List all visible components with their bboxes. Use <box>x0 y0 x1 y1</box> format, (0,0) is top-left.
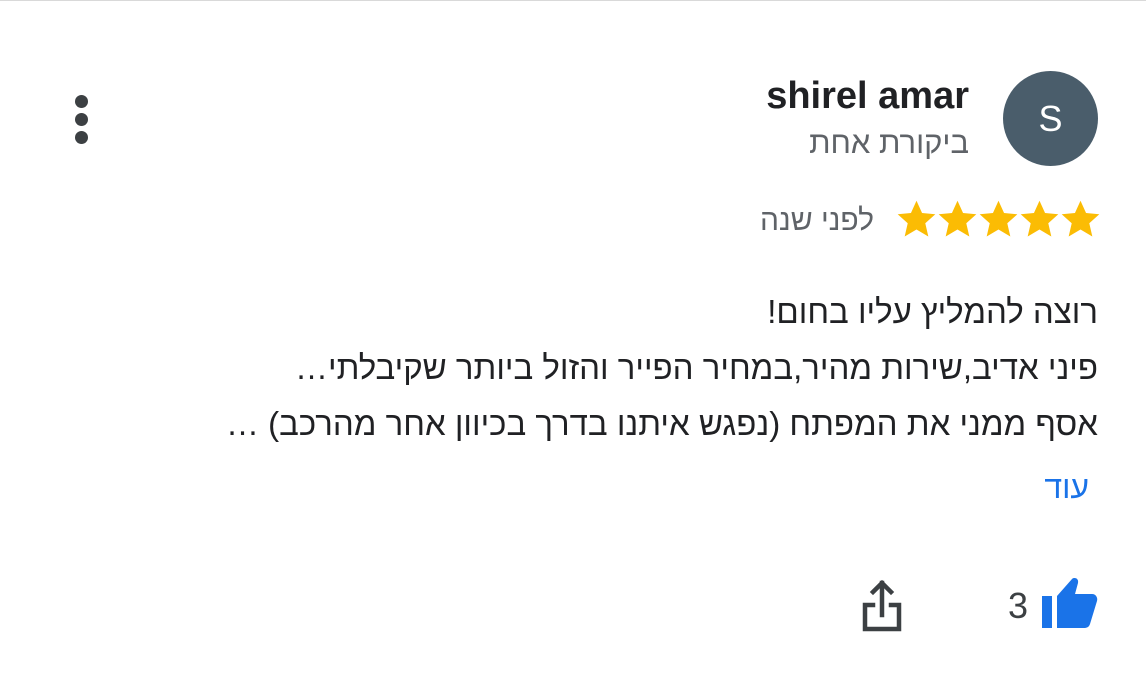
top-divider <box>0 0 1146 1</box>
review-line: פיני אדיב,שירות מהיר,במחיר הפייר והזול ב… <box>295 349 1098 386</box>
read-more-link[interactable]: עוד <box>1044 464 1089 510</box>
reviewer-name[interactable]: shirel amar <box>766 72 969 120</box>
review-date: לפני שנה <box>760 204 874 237</box>
star-icon <box>938 200 977 237</box>
review-text: רוצה להמליץ עליו בחום! פיני אדיב,שירות מ… <box>88 284 1098 452</box>
avatar[interactable]: S <box>1003 71 1098 166</box>
review-line: אסף ממני את המפתח (נפגש איתנו בדרך בכיוו… <box>226 405 1098 442</box>
share-button[interactable] <box>855 573 909 637</box>
like-button[interactable] <box>1040 574 1100 630</box>
more-options-button[interactable] <box>60 90 104 148</box>
thumbs-up-icon <box>1042 578 1098 628</box>
share-icon <box>862 579 902 632</box>
like-count: 3 <box>1007 585 1028 626</box>
star-icon <box>979 200 1018 237</box>
star-icon <box>1020 200 1059 237</box>
reviewer-review-count: ביקורת אחת <box>809 125 969 160</box>
star-rating <box>895 198 1101 244</box>
review-line: רוצה להמליץ עליו בחום! <box>767 293 1098 330</box>
star-icon <box>1061 200 1100 237</box>
star-icon <box>897 200 936 237</box>
